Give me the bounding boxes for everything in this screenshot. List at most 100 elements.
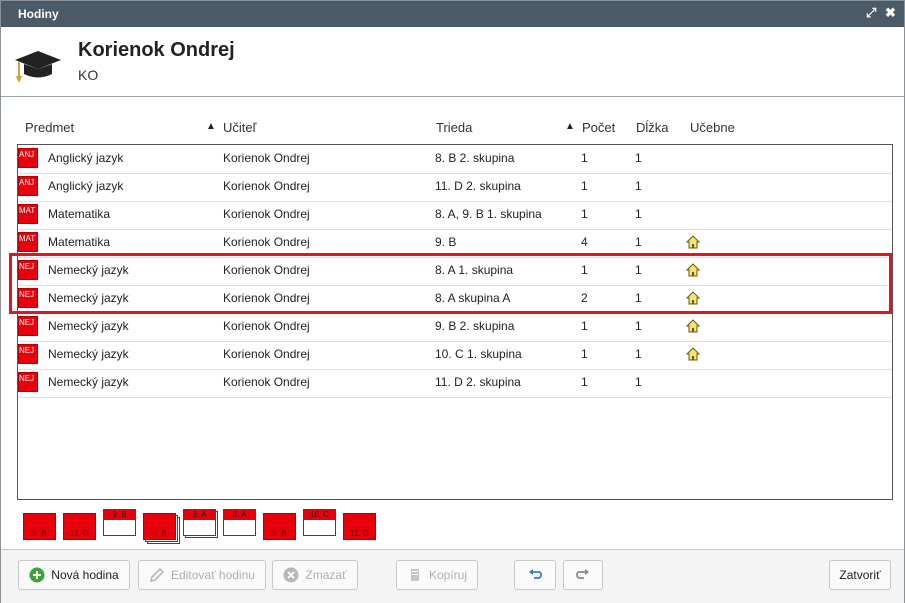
table-row[interactable]: ANJ Anglický jazyk Korienok Ondrej 11. D 2.… <box>18 173 892 202</box>
subject-cell: Nemecký jazyk <box>48 375 129 389</box>
column-header-length[interactable]: Dĺžka <box>636 120 669 135</box>
column-header-subject[interactable]: Predmet <box>25 120 74 135</box>
window-title: Hodiny <box>18 7 59 21</box>
redo-icon <box>575 567 591 583</box>
copy-label: Kopíruj <box>428 568 468 582</box>
table-row[interactable]: MAT Matematika Korienok Ondrej 8. A, 9. B 1… <box>18 201 892 230</box>
length-cell: 1 <box>635 347 642 361</box>
class-cell: 8. A, 9. B 1. skupina <box>435 207 542 221</box>
class-cell: 9. B 2. skupina <box>435 319 515 333</box>
table-row[interactable]: ANJ Anglický jazyk Korienok Ondrej 8. B 2. … <box>18 145 892 174</box>
column-header-teacher[interactable]: Učiteľ <box>223 120 256 135</box>
pencil-icon <box>149 567 165 583</box>
subject-color-icon: NEJ <box>18 344 38 364</box>
class-tile-label: 11. D <box>350 529 369 538</box>
home-icon <box>685 235 701 249</box>
length-cell: 1 <box>635 375 642 389</box>
class-cell: 9. B <box>435 235 457 249</box>
count-cell: 4 <box>581 235 588 249</box>
table-row[interactable]: NEJ Nemecký jazyk Korienok Ondrej 8. A skup… <box>18 285 892 314</box>
table-row[interactable]: NEJ Nemecký jazyk Korienok Ondrej 9. B 2. s… <box>18 313 892 342</box>
length-cell: 1 <box>635 235 642 249</box>
subject-color-icon: ANJ <box>18 148 38 168</box>
class-cell: 11. D 2. skupina <box>435 179 521 193</box>
class-tile[interactable]: 8. A <box>223 509 256 536</box>
sort-asc-icon[interactable]: ▲ <box>565 121 575 132</box>
class-tile[interactable]: 9. B <box>23 513 56 540</box>
lessons-table: ANJ Anglický jazyk Korienok Ondrej 8. B 2. … <box>17 144 893 500</box>
subject-color-icon: MAT <box>18 232 38 252</box>
teacher-cell: Korienok Ondrej <box>223 319 310 333</box>
close-button[interactable]: Zatvoriť <box>829 560 891 590</box>
graduation-cap-icon <box>15 51 61 83</box>
class-tile-label: 11. D <box>70 529 89 538</box>
subject-cell: Matematika <box>48 235 111 249</box>
class-tile-label: 8. A <box>232 510 247 519</box>
column-header-rooms[interactable]: Učebne <box>690 120 735 135</box>
teacher-cell: Korienok Ondrej <box>223 375 310 389</box>
class-tile-label: 9. B <box>112 510 127 519</box>
count-cell: 1 <box>581 319 588 333</box>
person-name: Korienok Ondrej <box>78 39 235 61</box>
class-tile-label: 10. C <box>309 510 330 519</box>
count-cell: 1 <box>581 151 588 165</box>
delete-label: Zmazať <box>305 568 347 582</box>
subject-color-icon: MAT <box>18 204 38 224</box>
subject-cell: Anglický jazyk <box>48 151 124 165</box>
count-cell: 2 <box>581 291 588 305</box>
length-cell: 1 <box>635 151 642 165</box>
count-cell: 1 <box>581 375 588 389</box>
teacher-cell: Korienok Ondrej <box>223 347 310 361</box>
table-row[interactable]: MAT Matematika Korienok Ondrej 9. B 4 1 <box>18 229 892 258</box>
table-row[interactable]: NEJ Nemecký jazyk Korienok Ondrej 8. A 1. s… <box>18 257 892 286</box>
class-tile[interactable]: 9. B <box>143 513 176 540</box>
table-row[interactable]: NEJ Nemecký jazyk Korienok Ondrej 10. C 1. … <box>18 341 892 370</box>
class-tile[interactable]: 11. D <box>343 513 376 540</box>
title-bar[interactable]: Hodiny ⤢ ✖ <box>1 1 904 27</box>
delete-button[interactable]: Zmazať <box>272 560 358 590</box>
subject-cell: Nemecký jazyk <box>48 319 129 333</box>
subject-color-icon: NEJ <box>18 260 38 280</box>
dialog-footer: Nová hodina Editovať hodinu Zmazať Kopír… <box>1 549 904 603</box>
subject-cell: Nemecký jazyk <box>48 291 129 305</box>
edit-lesson-button[interactable]: Editovať hodinu <box>138 560 266 590</box>
length-cell: 1 <box>635 291 642 305</box>
subject-cell: Nemecký jazyk <box>48 347 129 361</box>
length-cell: 1 <box>635 319 642 333</box>
home-icon <box>685 319 701 333</box>
class-tile[interactable]: 9. A <box>183 509 216 536</box>
person-header: Korienok Ondrej KO <box>1 27 904 97</box>
teacher-cell: Korienok Ondrej <box>223 263 310 277</box>
teacher-cell: Korienok Ondrej <box>223 179 310 193</box>
copy-button[interactable]: Kopíruj <box>396 560 478 590</box>
teacher-cell: Korienok Ondrej <box>223 235 310 249</box>
class-tile[interactable]: 9. B <box>263 513 296 540</box>
count-cell: 1 <box>581 263 588 277</box>
teacher-cell: Korienok Ondrej <box>223 291 310 305</box>
length-cell: 1 <box>635 263 642 277</box>
class-tiles-bar: 9. B 11. D 9. B 9. B 9. A 8. A 9. B 10. C 11. D <box>23 509 383 544</box>
close-icon[interactable]: ✖ <box>885 5 896 21</box>
new-lesson-button[interactable]: Nová hodina <box>18 560 130 590</box>
class-tile[interactable]: 10. C <box>303 509 336 536</box>
class-tile[interactable]: 9. B <box>103 509 136 536</box>
table-row[interactable]: NEJ Nemecký jazyk Korienok Ondrej 11. D 2. … <box>18 369 892 398</box>
column-header-class[interactable]: Trieda <box>436 120 472 135</box>
redo-button[interactable] <box>563 560 603 590</box>
maximize-icon[interactable]: ⤢ <box>866 5 876 21</box>
class-cell: 8. A 1. skupina <box>435 263 514 277</box>
class-cell: 11. D 2. skupina <box>435 375 521 389</box>
home-icon <box>685 347 701 361</box>
column-header-count[interactable]: Počet <box>582 120 615 135</box>
sort-asc-icon[interactable]: ▲ <box>206 121 216 132</box>
undo-button[interactable] <box>514 560 556 590</box>
class-tile[interactable]: 11. D <box>63 513 96 540</box>
subject-color-icon: NEJ <box>18 316 38 336</box>
class-cell: 10. C 1. skupina <box>435 347 522 361</box>
class-tile-label: 9. B <box>32 529 47 538</box>
teacher-cell: Korienok Ondrej <box>223 207 310 221</box>
edit-lesson-label: Editovať hodinu <box>171 568 255 582</box>
new-lesson-label: Nová hodina <box>51 568 119 582</box>
class-tile-label: 9. B <box>272 529 287 538</box>
add-icon <box>29 567 45 583</box>
